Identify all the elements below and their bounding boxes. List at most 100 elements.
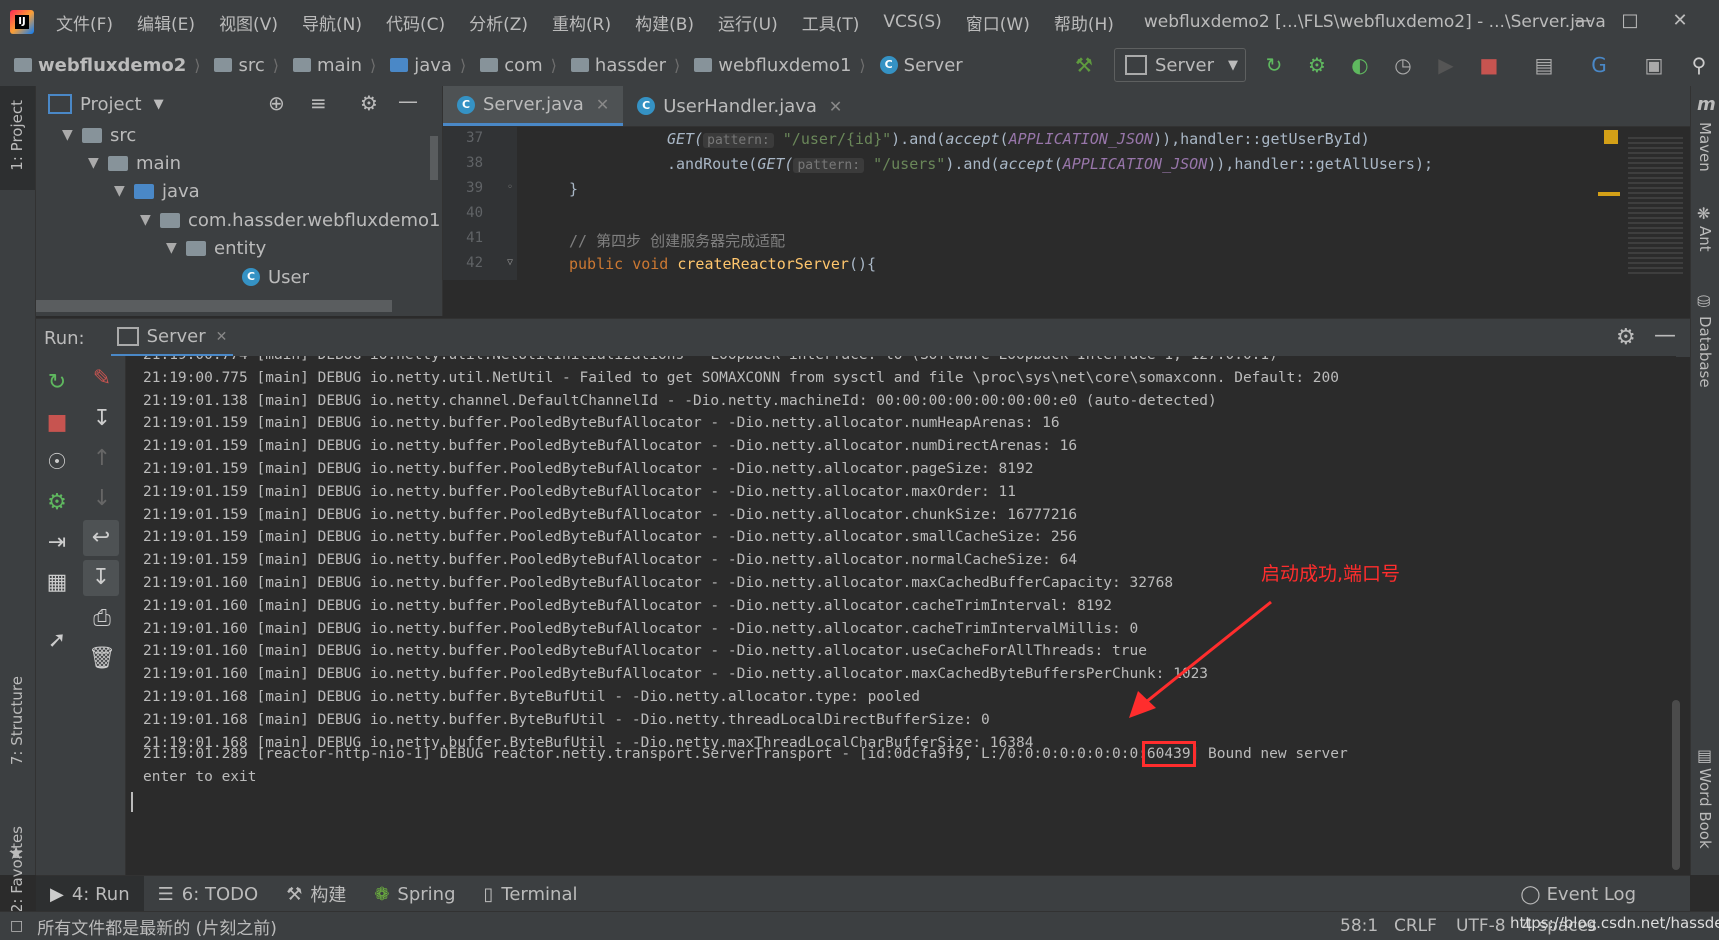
menu-build[interactable]: 构建(B) [623, 10, 706, 35]
coverage-icon[interactable]: ◐ [1346, 51, 1374, 79]
menu-vcs[interactable]: VCS(S) [871, 12, 953, 32]
rerun-icon[interactable]: ↻ [42, 368, 72, 398]
breadcrumb-src[interactable]: src ⟩ [200, 55, 279, 76]
tab-favorites[interactable]: 2: Favorites [8, 826, 26, 913]
menu-code[interactable]: 代码(C) [374, 10, 457, 35]
fold-marker-icon[interactable]: ◦ [507, 182, 513, 193]
close-tab-icon[interactable]: ✕ [216, 329, 228, 345]
app-config-icon [1125, 55, 1147, 75]
debug-restart-icon[interactable]: ⚙ [42, 488, 72, 518]
breadcrumb-main[interactable]: main ⟩ [279, 55, 376, 76]
chevron-down-icon[interactable]: ▼ [154, 97, 164, 112]
camera-dump-icon[interactable]: ☉ [42, 448, 72, 478]
tab-run[interactable]: ▶ 4: Run [36, 876, 144, 912]
tree-item-entity[interactable]: ▼ entity [166, 234, 266, 262]
sort-down-icon[interactable]: ↧ [87, 404, 117, 434]
gear-icon[interactable]: ⚙ [360, 91, 378, 115]
soft-wrap-icon[interactable]: ↩ [83, 520, 119, 556]
menu-navigate[interactable]: 导航(N) [290, 10, 374, 35]
search-icon[interactable]: ⚲ [1685, 51, 1713, 79]
menu-run[interactable]: 运行(U) [706, 10, 790, 35]
tree-item-main[interactable]: ▼ main [88, 149, 181, 177]
menu-tools[interactable]: 工具(T) [790, 10, 872, 35]
breadcrumb-com[interactable]: com ⟩ [466, 55, 557, 76]
breadcrumb-server[interactable]: C Server [866, 55, 963, 76]
breadcrumb-project[interactable]: webfluxdemo2 ⟩ [0, 55, 200, 76]
breadcrumb-hassder[interactable]: hassder ⟩ [557, 55, 680, 76]
menu-help[interactable]: 帮助(H) [1042, 10, 1126, 35]
tab-structure[interactable]: 7: Structure [8, 676, 26, 765]
run-disabled-icon[interactable]: ▶ [1432, 51, 1460, 79]
tab-spring[interactable]: ❁ Spring [360, 876, 469, 912]
menu-analyze[interactable]: 分析(Z) [457, 10, 540, 35]
port-number: 60439 [1141, 741, 1196, 767]
console-output[interactable]: 21:19:00.774 [main] DEBUG io.netty.util.… [126, 356, 1676, 875]
console-scrollbar[interactable] [1672, 700, 1680, 870]
tab-ant[interactable]: Ant [1696, 226, 1714, 252]
run-config-select[interactable]: Server ▼ [1114, 48, 1246, 82]
menu-file[interactable]: 文件(F) [44, 10, 125, 35]
translate-icon[interactable]: G [1585, 51, 1613, 79]
rerun-icon[interactable]: ↻ [1260, 51, 1288, 79]
code-view[interactable]: GET(pattern: "/user/{id}").and(accept(AP… [517, 126, 1597, 280]
tab-terminal[interactable]: ▯ Terminal [470, 876, 592, 912]
close-tab-icon[interactable]: ✕ [596, 95, 609, 114]
gear-icon[interactable]: ⚙ [1616, 325, 1636, 350]
trash-icon[interactable]: 🗑 [87, 644, 117, 674]
close-tab-icon[interactable]: ✕ [829, 97, 842, 116]
tab-project[interactable]: 1: Project [8, 100, 26, 171]
project-structure-icon[interactable]: ▤ [1530, 51, 1558, 79]
stop-icon[interactable]: ■ [42, 408, 72, 438]
profile-icon[interactable]: ◷ [1389, 51, 1417, 79]
tab-userhandler-java[interactable]: C UserHandler.java ✕ [623, 86, 856, 126]
minimize-icon[interactable]: — [1565, 6, 1601, 36]
tree-item-user[interactable]: C User [242, 263, 309, 291]
tab-server-java[interactable]: C Server.java ✕ [443, 86, 624, 126]
exit-icon[interactable]: ⇥ [42, 528, 72, 558]
clear-eraser-icon[interactable]: ✎ [87, 364, 117, 394]
project-panel-title[interactable]: Project [80, 94, 142, 115]
code-minimap[interactable] [1598, 130, 1690, 280]
tab-maven[interactable]: Maven [1696, 122, 1714, 172]
tab-build[interactable]: ⚒ 构建 [272, 876, 360, 912]
tab-event-log[interactable]: ◯ Event Log [1506, 876, 1650, 912]
menu-window[interactable]: 窗口(W) [954, 10, 1042, 35]
pin-icon[interactable]: ➚ [42, 626, 72, 656]
tree-item-src[interactable]: ▼ src [62, 121, 136, 149]
cursor-position[interactable]: 58:1 [1340, 916, 1378, 936]
panel-toggle-icon[interactable]: □ [10, 918, 23, 934]
menu-refactor[interactable]: 重构(R) [540, 10, 623, 35]
maximize-icon[interactable]: □ [1612, 6, 1648, 36]
hide-panel-icon[interactable]: — [398, 89, 418, 113]
debug-bug-icon[interactable]: ⚙ [1303, 51, 1331, 79]
collapse-all-icon[interactable]: ≡ [310, 91, 327, 115]
file-encoding[interactable]: UTF-8 [1456, 916, 1506, 936]
fold-marker-icon[interactable]: ▽ [507, 257, 513, 268]
build-hammer-icon[interactable]: ⚒ [1070, 51, 1098, 79]
scroll-to-end-icon[interactable]: ↧ [83, 560, 119, 596]
code-line-37: GET(pattern: "/user/{id}").and(accept(AP… [667, 130, 1370, 148]
tab-server-run[interactable]: Server ✕ [110, 319, 234, 357]
tree-item-package[interactable]: ▼ com.hassder.webfluxdemo1 [140, 206, 440, 234]
arrow-up-icon[interactable]: ↑ [87, 444, 117, 474]
line-number: 41 [466, 230, 483, 246]
print-icon[interactable]: ⎙ [87, 604, 117, 634]
breadcrumb-java[interactable]: java ⟩ [376, 55, 466, 76]
horizontal-scrollbar[interactable] [36, 300, 392, 312]
line-separator[interactable]: CRLF [1394, 916, 1437, 936]
tree-item-java[interactable]: ▼ java [114, 177, 200, 205]
stop-icon[interactable]: ■ [1475, 51, 1503, 79]
tab-word-book[interactable]: Word Book [1696, 768, 1714, 849]
vertical-scrollbar[interactable] [430, 136, 438, 180]
menu-view[interactable]: 视图(V) [207, 10, 290, 35]
locate-crosshair-icon[interactable]: ⊕ [268, 91, 285, 115]
presentation-icon[interactable]: ▣ [1640, 51, 1668, 79]
layout-icon[interactable]: ▦ [42, 568, 72, 598]
tab-todo[interactable]: ☰ 6: TODO [144, 876, 273, 912]
tab-database[interactable]: Database [1696, 316, 1714, 388]
close-icon[interactable]: ✕ [1662, 6, 1698, 36]
breadcrumb-webfluxdemo1[interactable]: webfluxdemo1 ⟩ [680, 55, 866, 76]
hide-panel-icon[interactable]: — [1654, 323, 1676, 348]
menu-edit[interactable]: 编辑(E) [125, 10, 207, 35]
arrow-down-icon[interactable]: ↓ [87, 484, 117, 514]
